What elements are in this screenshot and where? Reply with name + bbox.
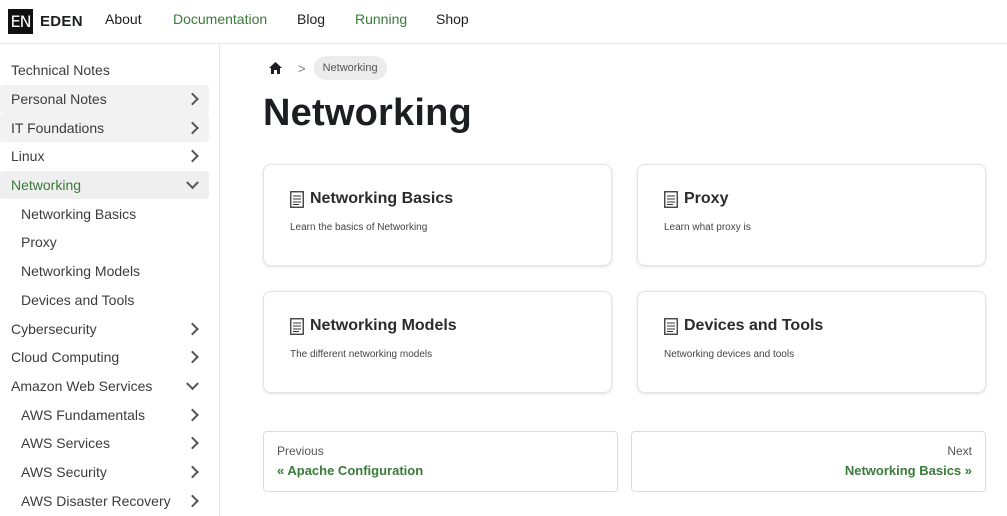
chevron-right-icon[interactable]: [186, 150, 199, 163]
sidebar-item-label: AWS Services: [21, 435, 110, 452]
card-title: Networking Models: [310, 317, 457, 334]
document-icon: [290, 317, 304, 335]
chevron-down-icon[interactable]: [186, 377, 199, 391]
sidebar-item-aws-security[interactable]: AWS Security: [0, 458, 209, 487]
pagination-next-link: Networking Basics »: [844, 463, 972, 478]
card-title: Devices and Tools: [684, 317, 824, 334]
document-icon: [290, 190, 304, 208]
sidebar-item-aws-fundamentals[interactable]: AWS Fundamentals: [0, 400, 209, 429]
sidebar-item-label: Devices and Tools: [21, 291, 135, 308]
chevron-right-icon[interactable]: [186, 350, 199, 364]
sidebar-item-proxy[interactable]: Proxy: [0, 228, 209, 257]
chevron-down-icon[interactable]: [186, 176, 199, 190]
nav-link-shop[interactable]: Shop: [436, 11, 469, 27]
sidebar-item-technical-notes[interactable]: Technical Notes: [0, 56, 209, 85]
card-proxy[interactable]: Proxy Learn what proxy is: [637, 164, 986, 266]
chevron-right-icon[interactable]: [186, 436, 199, 450]
document-icon: [664, 317, 678, 335]
card-description: Learn what proxy is: [664, 222, 751, 233]
sidebar-item-networking-models[interactable]: Networking Models: [0, 257, 209, 286]
sidebar-item-label: AWS Fundamentals: [21, 406, 145, 423]
sidebar-item-label: AWS Disaster Recovery: [21, 492, 171, 509]
brand-name: EDEN: [40, 13, 83, 30]
sidebar-item-label: AWS Security: [21, 463, 107, 480]
sidebar-item-label: Cloud Computing: [11, 349, 120, 366]
sidebar-item-devices-and-tools[interactable]: Devices and Tools: [0, 286, 209, 315]
sidebar-item-aws-services[interactable]: AWS Services: [0, 429, 209, 458]
sidebar-item-label: Networking Models: [21, 263, 141, 280]
chevron-right-icon[interactable]: [186, 465, 199, 479]
card-title: Networking Basics: [310, 190, 454, 207]
breadcrumb-current: Networking: [313, 56, 387, 80]
brand-link[interactable]: EN EDEN: [8, 8, 83, 36]
sidebar-item-label: Proxy: [21, 234, 57, 251]
sidebar-item-label: Amazon Web Services: [11, 377, 153, 394]
top-navbar: EN EDEN About Documentation Blog Running…: [0, 0, 1007, 44]
card-description: Networking devices and tools: [664, 349, 795, 360]
sidebar-item-aws-disaster-recovery[interactable]: AWS Disaster Recovery: [0, 486, 209, 515]
breadcrumb: > Networking: [264, 56, 387, 80]
sidebar-item-linux[interactable]: Linux: [0, 142, 209, 171]
sidebar-item-personal-notes[interactable]: Personal Notes: [0, 84, 209, 114]
sidebar-item-label: Personal Notes: [11, 91, 107, 108]
card-networking-models[interactable]: Networking Models The different networki…: [263, 291, 612, 393]
nav-link-blog[interactable]: Blog: [297, 11, 325, 27]
chevron-right-icon[interactable]: [186, 92, 199, 106]
pagination-previous-link: « Apache Configuration: [277, 463, 424, 478]
card-devices-and-tools[interactable]: Devices and Tools Networking devices and…: [637, 291, 986, 393]
pagination-previous[interactable]: Previous « Apache Configuration: [263, 431, 618, 492]
document-icon: [664, 190, 678, 208]
sidebar-item-label: Networking: [11, 177, 82, 194]
sidebar-item-label: Cybersecurity: [11, 320, 97, 337]
page-title: Networking: [263, 92, 472, 134]
pagination-next[interactable]: Next Networking Basics »: [631, 431, 986, 492]
sidebar-item-amazon-web-services[interactable]: Amazon Web Services: [0, 372, 209, 401]
nav-link-running[interactable]: Running: [355, 11, 407, 27]
pagination-previous-label: Previous: [277, 444, 324, 458]
card-description: The different networking models: [290, 349, 433, 360]
logo: EN: [8, 9, 33, 34]
card-networking-basics[interactable]: Networking Basics Learn the basics of Ne…: [263, 164, 612, 266]
sidebar-item-label: Linux: [11, 148, 45, 165]
sidebar-item-label: Networking Basics: [21, 205, 137, 222]
chevron-right-icon[interactable]: [186, 408, 199, 421]
breadcrumb-separator: >: [298, 60, 306, 76]
sidebar-item-cloud-computing[interactable]: Cloud Computing: [0, 343, 209, 372]
card-title: Proxy: [684, 190, 729, 207]
sidebar-item-cybersecurity[interactable]: Cybersecurity: [0, 314, 209, 343]
home-icon[interactable]: [264, 57, 286, 79]
chevron-right-icon[interactable]: [186, 121, 199, 135]
chevron-right-icon[interactable]: [186, 322, 199, 335]
nav-link-about[interactable]: About: [105, 11, 142, 27]
sidebar-item-label: Technical Notes: [11, 62, 110, 79]
pagination-next-label: Next: [947, 444, 972, 458]
nav-link-documentation[interactable]: Documentation: [173, 11, 267, 27]
sidebar-item-label: IT Foundations: [11, 119, 105, 136]
sidebar-item-networking-basics[interactable]: Networking Basics: [0, 199, 209, 228]
sidebar: Technical Notes Personal Notes IT Founda…: [0, 44, 220, 516]
sidebar-item-networking[interactable]: Networking: [0, 170, 209, 200]
card-description: Learn the basics of Networking: [290, 222, 428, 233]
chevron-right-icon[interactable]: [186, 494, 199, 508]
sidebar-item-it-foundations[interactable]: IT Foundations: [0, 113, 209, 143]
